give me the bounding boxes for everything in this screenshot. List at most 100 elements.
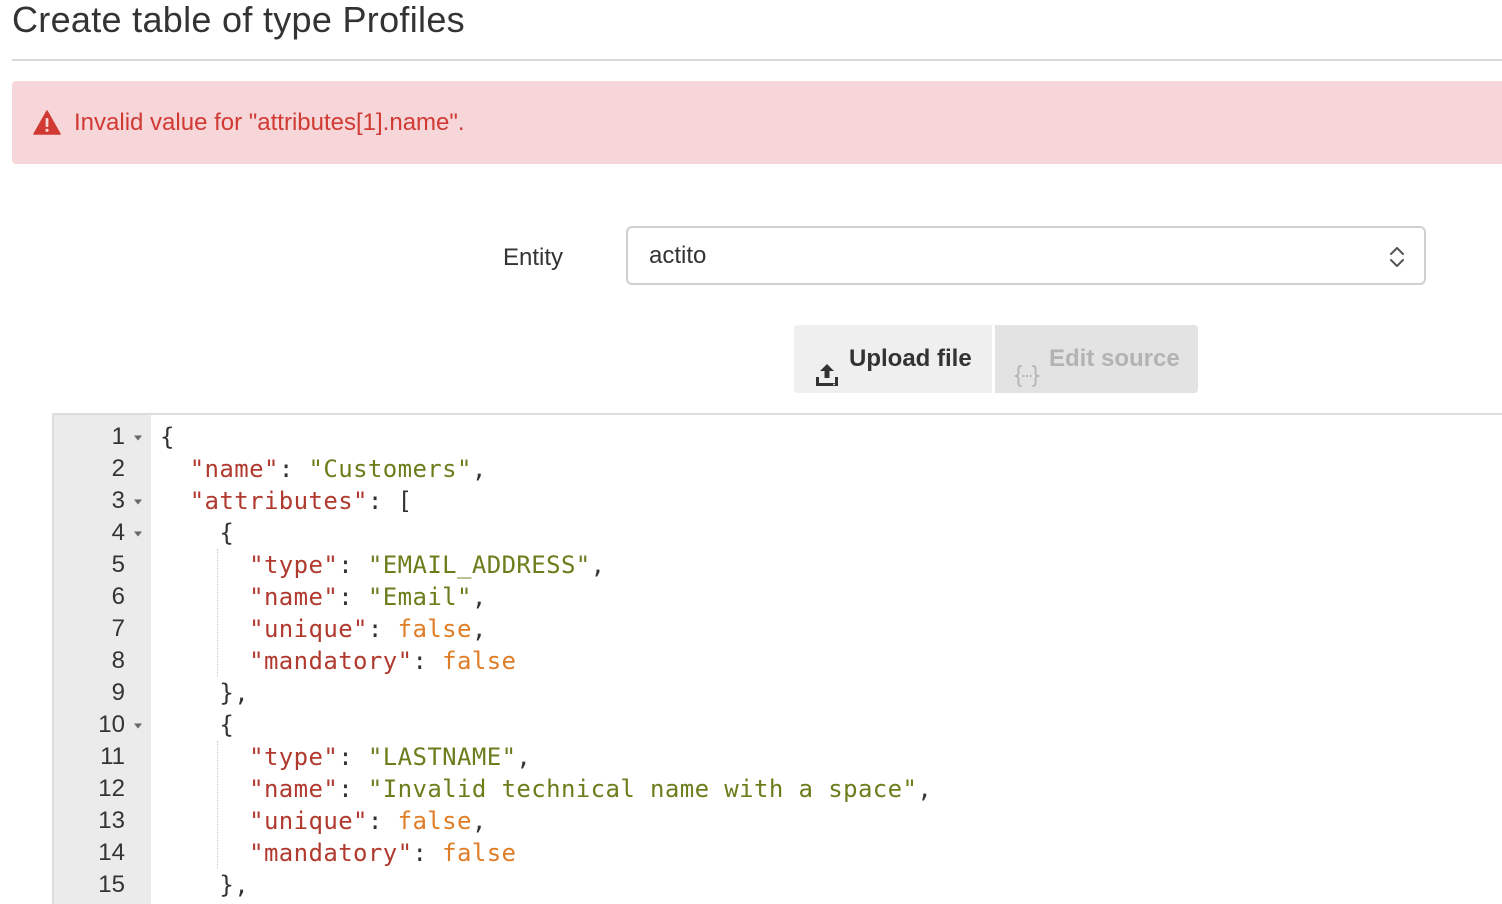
indent-guide <box>217 741 218 869</box>
code-token: , <box>471 455 487 483</box>
fold-toggle-icon[interactable] <box>133 499 143 505</box>
code-line: "type": "EMAIL_ADDRESS", <box>160 549 606 581</box>
line-number: 11 <box>100 743 125 770</box>
code-token: : <box>338 743 368 771</box>
code-token: : <box>338 583 368 611</box>
code-token: "LASTNAME" <box>367 743 517 771</box>
code-token: : <box>412 839 443 867</box>
code-token: , <box>590 551 606 579</box>
fold-toggle-icon[interactable] <box>133 435 143 441</box>
warning-icon <box>33 110 61 135</box>
edit-source-button[interactable]: Edit source <box>995 325 1198 393</box>
code-token: "Customers" <box>308 455 472 483</box>
code-token: , <box>917 775 933 803</box>
code-token: : <box>367 615 398 643</box>
code-token: : <box>367 807 398 835</box>
code-token: false <box>397 615 472 643</box>
code-token: { <box>160 711 235 739</box>
code-line: "name": "Customers", <box>160 453 487 485</box>
code-line: "unique": false, <box>160 613 487 645</box>
code-token: { <box>160 519 235 547</box>
code-line: "name": "Invalid technical name with a s… <box>160 773 932 805</box>
entity-select[interactable]: actito <box>626 226 1426 285</box>
code-token: "name" <box>249 583 339 611</box>
line-number: 8 <box>111 647 125 674</box>
code-line: "type": "LASTNAME", <box>160 741 531 773</box>
title-divider <box>12 59 1502 61</box>
code-token: , <box>471 807 487 835</box>
page-title: Create table of type Profiles <box>12 0 465 40</box>
code-token: "unique" <box>249 615 368 643</box>
code-token: }, <box>160 871 250 899</box>
alert-message: Invalid value for "attributes[1].name". <box>74 109 465 136</box>
line-number: 12 <box>98 775 125 802</box>
code-token: : <box>278 455 309 483</box>
fold-toggle-icon[interactable] <box>133 531 143 537</box>
code-token: : <box>338 775 368 803</box>
editor-gutter: 1 2 3 4 5 6 7 8 9 10 11 12 13 14 15 <box>54 415 151 904</box>
code-token: , <box>471 615 487 643</box>
code-editor[interactable]: 1 2 3 4 5 6 7 8 9 10 11 12 13 14 15 { "name": "Custome… <box>52 413 1502 904</box>
code-token: "attributes" <box>189 487 368 515</box>
code-line: }, <box>160 869 249 901</box>
code-token: false <box>442 647 517 675</box>
line-number: 3 <box>111 487 125 514</box>
entity-selected-value: actito <box>649 242 707 269</box>
upload-icon <box>814 347 840 386</box>
code-token: "mandatory" <box>249 647 413 675</box>
code-token: false <box>397 807 472 835</box>
edit-source-label: Edit source <box>1049 345 1180 372</box>
error-alert: Invalid value for "attributes[1].name". <box>12 81 1502 164</box>
line-number: 9 <box>111 679 125 706</box>
code-line: "mandatory": false <box>160 645 516 677</box>
code-line: "attributes": [ <box>160 485 412 517</box>
code-token: }, <box>160 679 250 707</box>
code-token: { <box>160 423 175 451</box>
line-number: 13 <box>98 807 125 834</box>
code-line: "name": "Email", <box>160 581 487 613</box>
fold-toggle-icon[interactable] <box>133 723 143 729</box>
code-line: "unique": false, <box>160 805 487 837</box>
code-line: { <box>160 709 234 741</box>
entity-label: Entity <box>503 244 564 271</box>
line-number: 14 <box>98 839 125 866</box>
code-line: }, <box>160 677 249 709</box>
code-line: "mandatory": false <box>160 837 516 869</box>
code-token: : <box>412 647 443 675</box>
code-token: : <box>338 551 368 579</box>
line-number: 1 <box>111 423 125 450</box>
code-token: "type" <box>249 551 339 579</box>
braces-icon <box>1013 347 1041 387</box>
code-token: , <box>516 743 532 771</box>
line-number: 4 <box>111 519 125 546</box>
code-token: "Email" <box>367 583 472 611</box>
line-number: 15 <box>98 871 125 898</box>
line-number: 2 <box>111 455 125 482</box>
chevron-up-down-icon <box>1388 244 1406 270</box>
code-line: { <box>160 517 234 549</box>
code-token: "unique" <box>249 807 368 835</box>
source-button-group: Upload file Edit source <box>794 325 1198 393</box>
code-token: "type" <box>249 743 339 771</box>
line-number: 10 <box>98 711 125 738</box>
line-number: 6 <box>111 583 125 610</box>
code-line: { <box>160 421 175 453</box>
code-token: false <box>442 839 517 867</box>
code-token: , <box>471 583 487 611</box>
code-token: "name" <box>189 455 279 483</box>
code-token: "EMAIL_ADDRESS" <box>367 551 591 579</box>
code-token: "name" <box>249 775 339 803</box>
indent-guide <box>217 549 218 677</box>
code-token: "Invalid technical name with a space" <box>367 775 918 803</box>
upload-file-button[interactable]: Upload file <box>794 325 992 393</box>
line-number: 5 <box>111 551 125 578</box>
